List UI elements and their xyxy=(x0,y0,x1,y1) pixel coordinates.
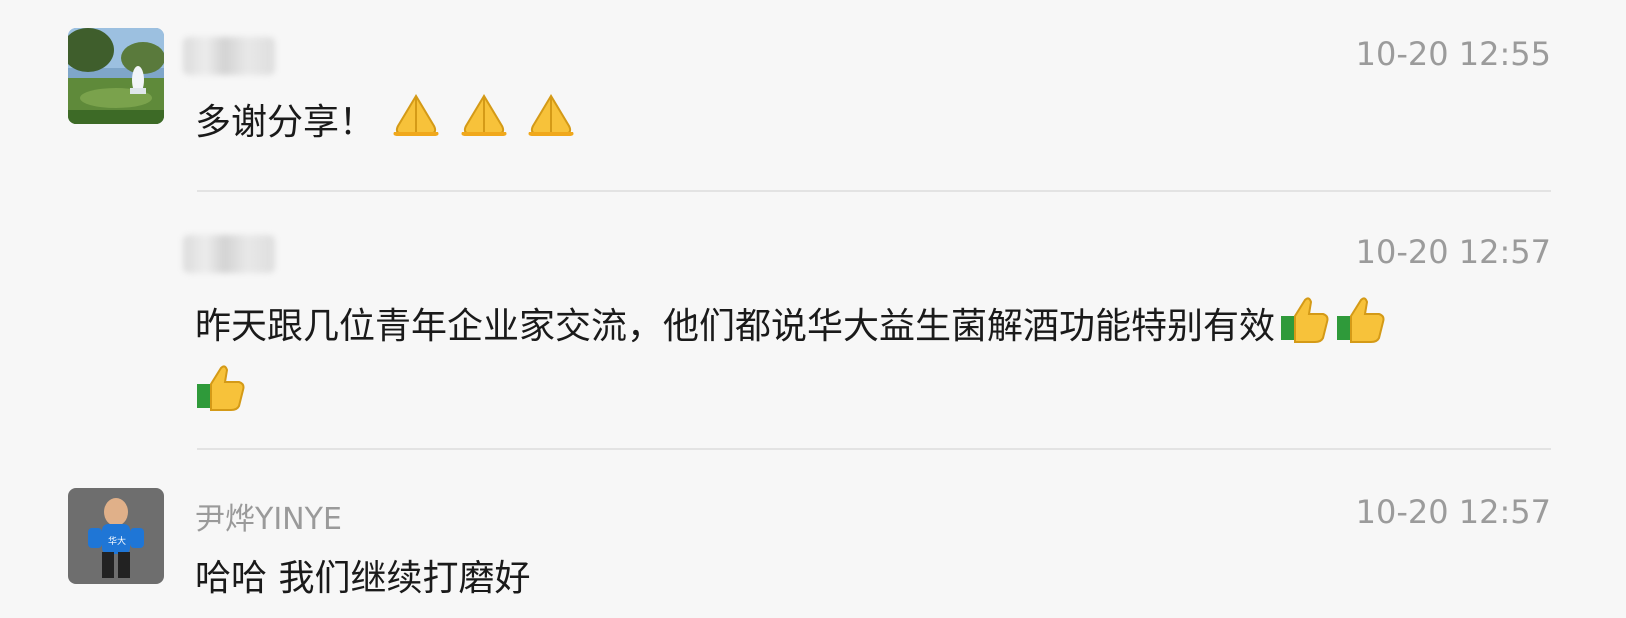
comment-item: 10-20 12:57 昨天跟几位青年企业家交流，他们都说华大益生菌解酒功能特别… xyxy=(0,190,1626,450)
avatar-fountain-image xyxy=(68,28,164,124)
comment-text: 昨天跟几位青年企业家交流，他们都说华大益生菌解酒功能特别有效 xyxy=(195,294,1515,430)
pray-emoji xyxy=(525,92,577,156)
comment-time: 10-20 12:55 xyxy=(1355,35,1551,73)
avatar[interactable]: 华大 xyxy=(68,488,164,584)
avatar[interactable] xyxy=(68,28,164,124)
avatar-person-image: 华大 xyxy=(68,488,164,584)
author-name[interactable]: 尹烨YINYE xyxy=(195,494,342,538)
comment-text-content: 昨天跟几位青年企业家交流，他们都说华大益生菌解酒功能特别有效 xyxy=(195,306,1276,347)
author-name-blurred xyxy=(183,235,275,273)
svg-text:华大: 华大 xyxy=(108,535,126,547)
comment-text: 哈哈 我们继续打磨好 xyxy=(195,558,531,599)
pray-emoji xyxy=(458,92,510,156)
comment-time: 10-20 12:57 xyxy=(1355,493,1551,531)
comment-text: 多谢分享！ xyxy=(195,92,1515,156)
thumbs-up-emoji xyxy=(1335,294,1387,362)
thumbs-up-emoji xyxy=(195,362,247,430)
author-name-blurred xyxy=(183,37,275,75)
pray-emoji xyxy=(390,92,442,156)
comment-text-content: 多谢分享！ xyxy=(195,102,376,143)
comment-item: 10-20 12:55 多谢分享！ xyxy=(0,0,1626,192)
comment-item: 华大 尹烨YINYE 10-20 12:57 哈哈 我们继续打磨好 xyxy=(0,450,1626,618)
thumbs-up-emoji xyxy=(1279,294,1331,362)
comment-time: 10-20 12:57 xyxy=(1355,233,1551,271)
